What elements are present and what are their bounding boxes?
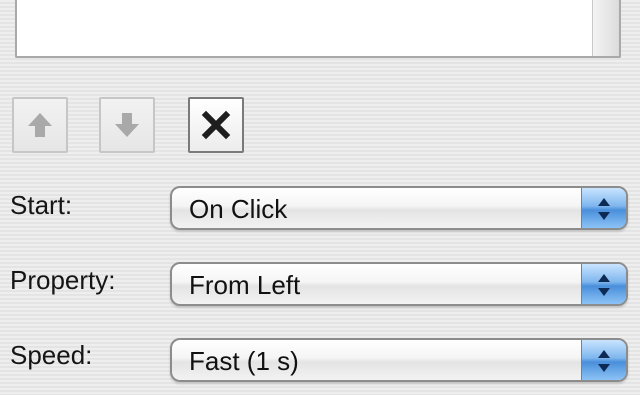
move-down-button[interactable]: [99, 97, 155, 153]
arrow-down-icon: [115, 113, 139, 137]
start-value: On Click: [189, 194, 288, 224]
start-label: Start:: [10, 190, 73, 220]
build-list[interactable]: [15, 0, 621, 58]
speed-label: Speed:: [10, 340, 93, 370]
delete-button[interactable]: [188, 97, 244, 153]
popup-arrows-icon: [581, 188, 626, 228]
property-popup[interactable]: From Left: [170, 262, 628, 306]
move-up-button[interactable]: [12, 97, 68, 153]
list-scrollbar[interactable]: [592, 0, 619, 56]
property-value: From Left: [189, 270, 301, 300]
close-icon: [201, 110, 231, 140]
property-label: Property:: [10, 265, 116, 295]
speed-value: Fast (1 s): [189, 346, 299, 376]
popup-arrows-icon: [581, 340, 626, 380]
start-popup[interactable]: On Click: [170, 186, 628, 230]
popup-arrows-icon: [581, 264, 626, 304]
arrow-up-icon: [28, 113, 52, 137]
speed-popup[interactable]: Fast (1 s): [170, 338, 628, 382]
